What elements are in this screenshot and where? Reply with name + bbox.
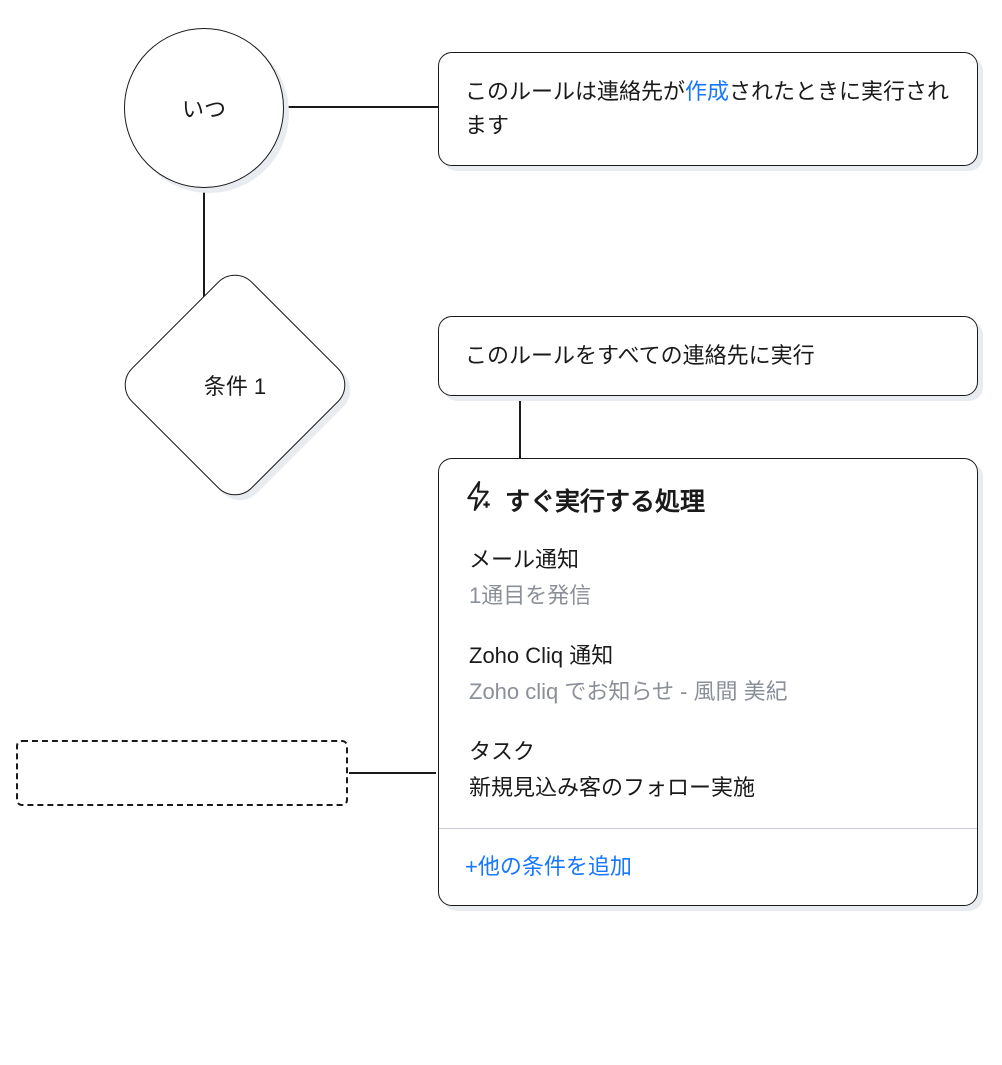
condition-text: このルールをすべての連絡先に実行 [465,343,815,368]
action-title: Zoho Cliq 通知 [469,638,947,670]
condition-description-card[interactable]: このルールをすべての連絡先に実行 [438,316,978,396]
actions-panel-footer: +他の条件を追加 [439,828,977,905]
placeholder-slot[interactable] [16,740,348,806]
action-item-cliq[interactable]: Zoho Cliq 通知 Zoho cliq でお知らせ - 風間 美紀 [439,624,977,720]
when-node-label: いつ [182,92,226,124]
action-title: タスク [469,734,947,766]
lightning-icon [465,481,491,518]
actions-panel-header: すぐ実行する処理 [439,459,977,528]
connector-when-to-card [283,106,438,108]
add-condition-link[interactable]: +他の条件を追加 [465,854,632,879]
actions-panel: すぐ実行する処理 メール通知 1通目を発信 Zoho Cliq 通知 Zoho … [438,458,978,906]
connector-dashed-to-actions-h [349,772,436,774]
when-text-prefix: このルールは連絡先が [465,79,685,104]
when-text-link[interactable]: 作成 [685,79,729,104]
action-title: メール通知 [469,542,947,574]
connector-when-to-condition [203,188,205,304]
when-description-card[interactable]: このルールは連絡先が作成されたときに実行されます [438,52,978,166]
action-sub: Zoho cliq でお知らせ - 風間 美紀 [469,674,947,706]
when-node[interactable]: いつ [124,28,284,188]
condition-node-label: 条件 1 [204,369,266,401]
actions-panel-title: すぐ実行する処理 [505,482,705,518]
connector-condition-card-to-actions [519,397,521,459]
action-sub: 新規見込み客のフォロー実施 [469,770,947,802]
action-item-task[interactable]: タスク 新規見込み客のフォロー実施 [439,720,977,828]
condition-node-labelwrap: 条件 1 [150,300,320,470]
action-item-mail[interactable]: メール通知 1通目を発信 [439,528,977,624]
action-sub: 1通目を発信 [469,578,947,610]
